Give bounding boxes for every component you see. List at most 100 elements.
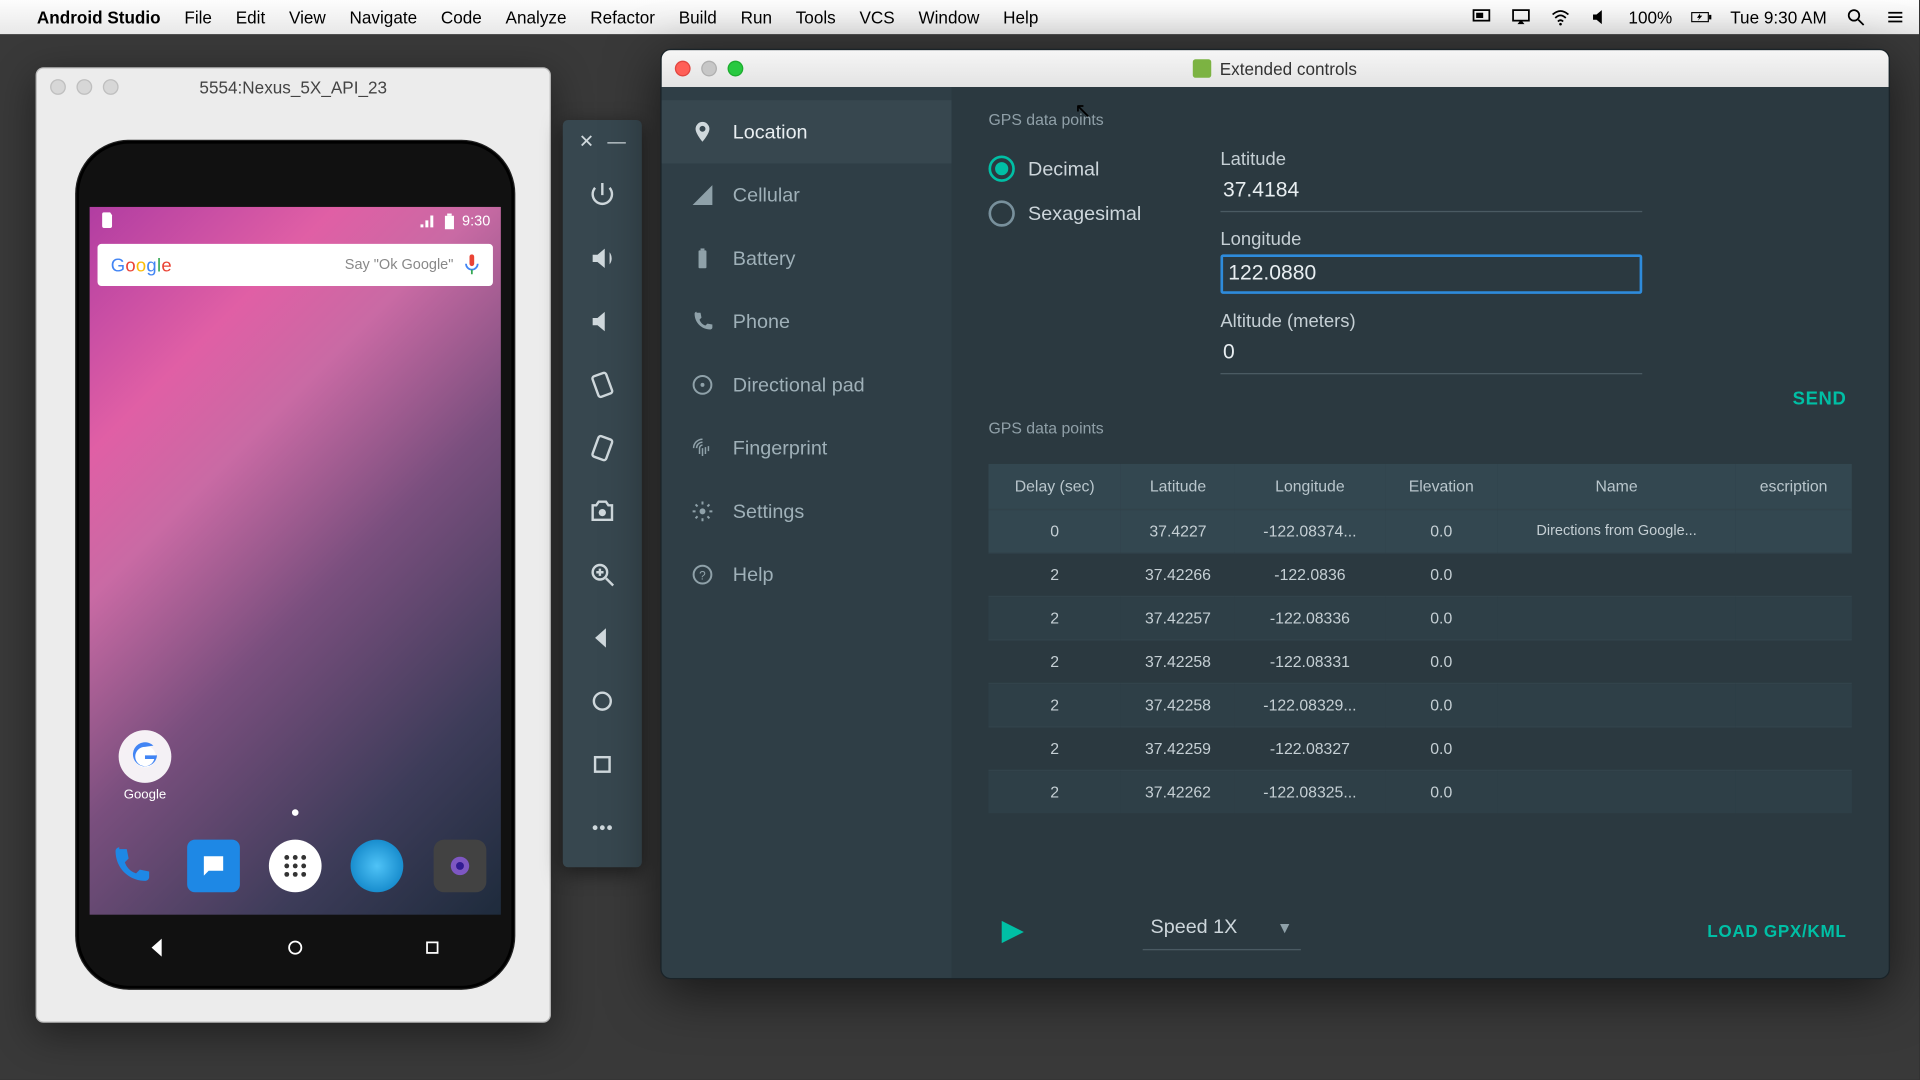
menu-window[interactable]: Window [918,7,979,27]
window-minimize-icon[interactable] [701,61,717,77]
latitude-input[interactable] [1220,174,1642,212]
load-gpx-button[interactable]: LOAD GPX/KML [1707,921,1846,941]
rotate-left-button[interactable] [573,356,631,414]
wifi-icon[interactable] [1549,7,1570,28]
table-row[interactable]: 237.42257-122.083360.0 [988,596,1851,639]
menu-run[interactable]: Run [741,7,772,27]
screenshot-button[interactable] [573,482,631,540]
device-screen[interactable]: 9:30 Google Say "Ok Google" Google [90,207,501,915]
volume-down-button[interactable] [573,293,631,351]
home-button[interactable] [573,672,631,730]
mic-icon[interactable] [464,254,480,275]
table-cell: 2 [988,640,1120,683]
table-header[interactable]: Delay (sec) [988,464,1120,509]
table-row[interactable]: 037.4227-122.08374...0.0Directions from … [988,509,1851,552]
volume-icon[interactable] [1589,7,1610,28]
longitude-label: Longitude [1220,228,1851,249]
table-row[interactable]: 237.42259-122.083270.0 [988,727,1851,770]
gps-table[interactable]: Delay (sec)LatitudeLongitudeElevationNam… [988,464,1851,899]
radio-decimal[interactable]: Decimal [988,156,1141,182]
emulator-titlebar[interactable]: 5554:Nexus_5X_API_23 [37,69,550,106]
play-button[interactable]: ▶ [1002,913,1024,947]
speed-select[interactable]: Speed 1X▼ [1143,911,1301,951]
table-row[interactable]: 237.42258-122.083310.0 [988,640,1851,683]
power-button[interactable] [573,166,631,224]
screencast-icon[interactable] [1470,7,1491,28]
nav-fingerprint[interactable]: Fingerprint [662,416,952,479]
rotate-right-button[interactable] [573,419,631,477]
volume-up-button[interactable] [573,229,631,287]
mac-menubar[interactable]: Android Studio File Edit View Navigate C… [0,0,1919,34]
battery-icon[interactable] [1691,7,1712,28]
airplay-icon[interactable] [1510,7,1531,28]
recents-button-icon[interactable] [422,937,443,958]
table-header[interactable]: escription [1735,464,1851,509]
nav-settings[interactable]: Settings [662,480,952,543]
camera-app-icon[interactable] [433,839,486,892]
menu-view[interactable]: View [289,7,326,27]
table-header[interactable]: Latitude [1121,464,1235,509]
send-button[interactable]: SEND [1793,387,1847,408]
longitude-input[interactable] [1220,254,1642,294]
nav-battery[interactable]: Battery [662,227,952,290]
toolbar-minimize-icon[interactable]: — [607,130,625,152]
table-row[interactable]: 237.42262-122.08325...0.0 [988,770,1851,813]
extended-nav: Location Cellular Battery Phone Directio… [662,87,952,978]
menu-vcs[interactable]: VCS [859,7,894,27]
table-row[interactable]: 237.42266-122.08360.0 [988,553,1851,596]
extended-controls-window[interactable]: Extended controls Location Cellular Batt… [660,49,1890,980]
table-cell: -122.08329... [1235,683,1385,726]
nav-help[interactable]: ?Help [662,543,952,606]
table-header[interactable]: Name [1498,464,1736,509]
back-button[interactable] [573,609,631,667]
menu-help[interactable]: Help [1003,7,1038,27]
overview-button[interactable] [573,735,631,793]
menu-file[interactable]: File [184,7,212,27]
table-row[interactable]: 237.42258-122.08329...0.0 [988,683,1851,726]
emulator-window[interactable]: 5554:Nexus_5X_API_23 9:30 Google Say [36,67,551,1023]
toolbar-close-icon[interactable]: ✕ [579,130,594,152]
app-name[interactable]: Android Studio [37,7,161,27]
zoom-button[interactable] [573,546,631,604]
messages-app-icon[interactable] [187,839,240,892]
table-header[interactable]: Elevation [1385,464,1498,509]
table-cell [1735,770,1851,813]
google-search-bar[interactable]: Google Say "Ok Google" [98,244,493,286]
nav-cellular[interactable]: Cellular [662,163,952,226]
altitude-input[interactable] [1220,336,1642,374]
phone-app-icon[interactable] [104,839,157,892]
nav-location[interactable]: Location [662,100,952,163]
table-cell: 2 [988,553,1120,596]
nav-phone[interactable]: Phone [662,290,952,353]
radio-sexagesimal[interactable]: Sexagesimal [988,200,1141,226]
menu-code[interactable]: Code [441,7,482,27]
browser-app-icon[interactable] [351,839,404,892]
emulator-traffic-lights[interactable] [50,79,119,95]
nav-dpad[interactable]: Directional pad [662,353,952,416]
menubar-clock[interactable]: Tue 9:30 AM [1730,7,1827,27]
back-button-icon[interactable] [148,937,169,958]
spotlight-icon[interactable] [1845,7,1866,28]
menu-extras-icon[interactable] [1885,7,1906,28]
svg-text:?: ? [699,569,706,583]
menu-edit[interactable]: Edit [236,7,266,27]
menu-analyze[interactable]: Analyze [506,7,567,27]
menu-build[interactable]: Build [679,7,717,27]
menu-refactor[interactable]: Refactor [590,7,655,27]
table-header[interactable]: Longitude [1235,464,1385,509]
home-button-icon[interactable] [285,937,306,958]
window-close-icon[interactable] [675,61,691,77]
window-zoom-icon[interactable] [728,61,744,77]
google-folder[interactable]: Google [119,730,172,802]
more-button[interactable] [573,799,631,857]
table-cell: 2 [988,727,1120,770]
android-icon [1193,59,1211,77]
table-cell: 2 [988,770,1120,813]
extended-titlebar[interactable]: Extended controls [662,50,1889,87]
apps-drawer-icon[interactable] [269,839,322,892]
table-cell: 2 [988,596,1120,639]
table-cell [1498,727,1736,770]
menu-navigate[interactable]: Navigate [350,7,418,27]
table-cell [1735,683,1851,726]
menu-tools[interactable]: Tools [796,7,836,27]
